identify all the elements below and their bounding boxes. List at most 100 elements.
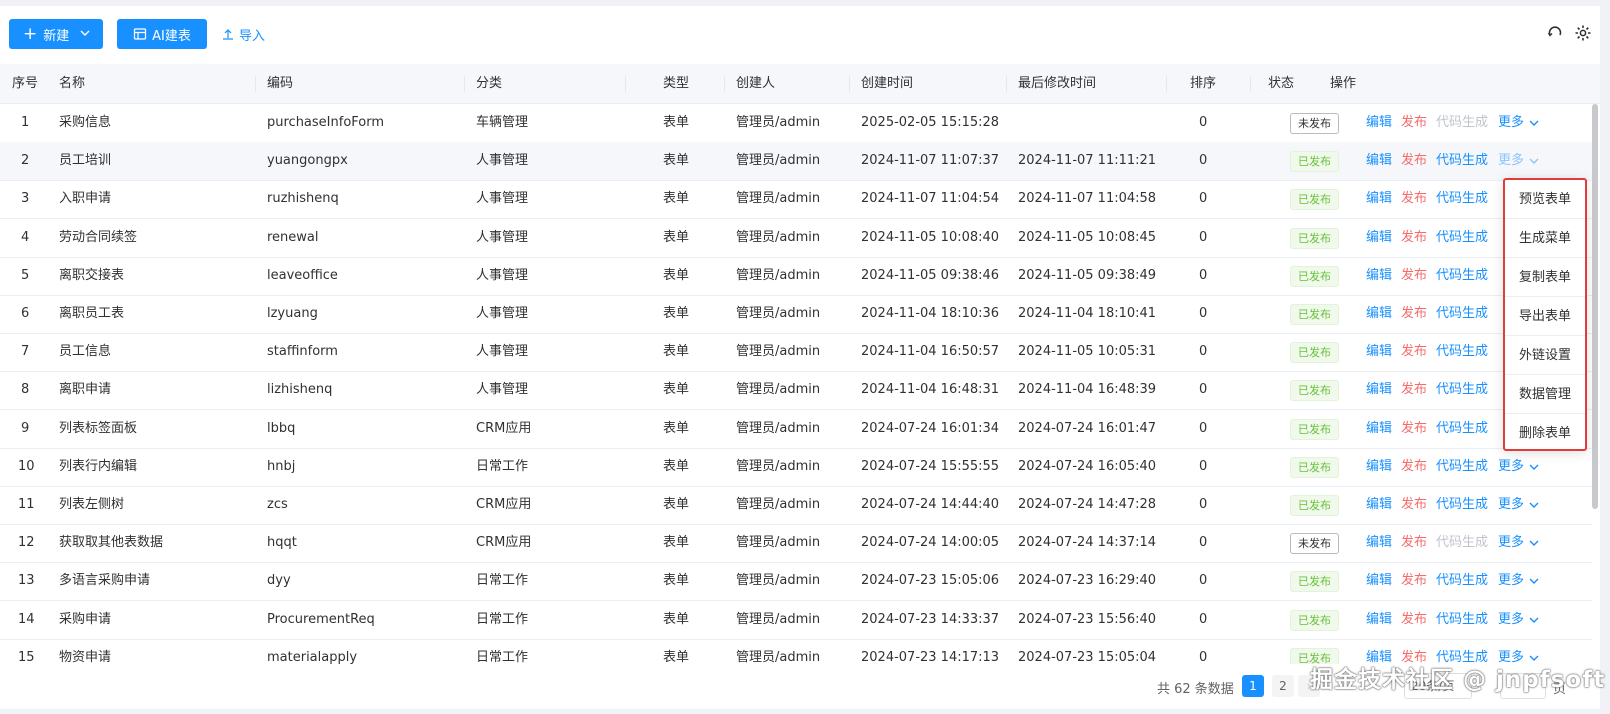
import-button[interactable]: 导入 — [222, 19, 265, 49]
new-button-label: 新建 — [43, 28, 70, 44]
table-row[interactable]: 11 列表左侧树 zcs CRM应用 表单 管理员/admin 2024-07-24 14:… — [0, 486, 1592, 525]
cell-code: ruzhishenq — [267, 191, 339, 207]
more-actions-link[interactable]: 更多 — [1498, 601, 1540, 639]
dropdown-preview-form[interactable]: 预览表单 — [1505, 180, 1585, 219]
publish-link[interactable]: 发布 — [1401, 562, 1427, 600]
code-generate-link[interactable]: 代码生成 — [1436, 601, 1488, 639]
publish-link[interactable]: 发布 — [1401, 371, 1427, 409]
edit-link[interactable]: 编辑 — [1366, 448, 1392, 486]
edit-link[interactable]: 编辑 — [1366, 295, 1392, 333]
cell-created-time: 2024-07-24 16:01:34 — [861, 420, 1000, 436]
cell-creator: 管理员/admin — [736, 115, 821, 130]
table-row[interactable]: 2 员工培训 yuangongpx 人事管理 表单 管理员/admin 2024-11-07… — [0, 142, 1592, 182]
column-divider — [724, 76, 725, 92]
code-generate-link[interactable]: 代码生成 — [1436, 219, 1488, 257]
page-1-button[interactable]: 1 — [1242, 675, 1264, 697]
publish-link[interactable]: 发布 — [1401, 410, 1427, 448]
table-row[interactable]: 4 劳动合同续签 renewal 人事管理 表单 管理员/admin 2024-11-05 … — [0, 219, 1592, 258]
cell-category: 日常工作 — [476, 611, 529, 627]
code-generate-link[interactable]: 代码生成 — [1436, 257, 1488, 295]
publish-link[interactable]: 发布 — [1401, 486, 1427, 524]
edit-link[interactable]: 编辑 — [1366, 486, 1392, 524]
edit-link[interactable]: 编辑 — [1366, 371, 1392, 409]
page-2-button[interactable]: 2 — [1272, 675, 1294, 697]
cell-created-time: 2024-11-07 11:07:37 — [861, 153, 1000, 169]
refresh-icon[interactable] — [1546, 24, 1564, 42]
table-row[interactable]: 1 采购信息 purchaseInfoForm 车辆管理 表单 管理员/admin 2025… — [0, 104, 1592, 143]
cell-code: hqqt — [267, 535, 297, 551]
edit-link[interactable]: 编辑 — [1366, 257, 1392, 295]
edit-link[interactable]: 编辑 — [1366, 524, 1392, 562]
column-divider — [1166, 76, 1167, 92]
cell-created-time: 2024-11-05 09:38:46 — [861, 267, 1000, 283]
code-generate-link[interactable]: 代码生成 — [1436, 371, 1488, 409]
code-generate-link[interactable]: 代码生成 — [1436, 333, 1488, 371]
cell-creator: 管理员/admin — [736, 649, 821, 664]
publish-link[interactable]: 发布 — [1401, 180, 1427, 218]
edit-link[interactable]: 编辑 — [1366, 562, 1392, 600]
code-generate-link[interactable]: 代码生成 — [1436, 486, 1488, 524]
ai-build-table-button[interactable]: AI建表 — [117, 19, 207, 49]
cell-type: 表单 — [663, 229, 690, 245]
table-row[interactable]: 10 列表行内编辑 hnbj 日常工作 表单 管理员/admin 2024-07-24 15… — [0, 448, 1592, 487]
dropdown-delete-form[interactable]: 删除表单 — [1505, 414, 1585, 453]
dropdown-generate-menu[interactable]: 生成菜单 — [1505, 219, 1585, 258]
cell-sort: 0 — [1199, 115, 1208, 130]
code-generate-link[interactable]: 代码生成 — [1436, 562, 1488, 600]
cell-sort: 0 — [1199, 573, 1208, 589]
table-scrollbar[interactable] — [1592, 104, 1598, 509]
cell-name: 列表左侧树 — [59, 497, 125, 512]
code-generate-link[interactable]: 代码生成 — [1436, 524, 1488, 562]
table-row[interactable]: 6 离职员工表 lzyuang 人事管理 表单 管理员/admin 2024-11-04 1… — [0, 295, 1592, 334]
code-generate-link[interactable]: 代码生成 — [1436, 104, 1488, 142]
more-actions-link[interactable]: 更多 — [1498, 142, 1540, 180]
table-row[interactable]: 7 员工信息 staffinform 人事管理 表单 管理员/admin 2024-11-0… — [0, 333, 1592, 373]
table-row[interactable]: 13 多语言采购申请 dyy 日常工作 表单 管理员/admin 2024-07-23 15… — [0, 562, 1592, 602]
edit-link[interactable]: 编辑 — [1366, 142, 1392, 180]
cell-name: 列表标签面板 — [59, 420, 138, 436]
code-generate-link[interactable]: 代码生成 — [1436, 180, 1488, 218]
code-generate-link[interactable]: 代码生成 — [1436, 142, 1488, 180]
settings-gear-icon[interactable] — [1574, 24, 1592, 42]
table-row[interactable]: 3 入职申请 ruzhishenq 人事管理 表单 管理员/admin 2024-11-07… — [0, 180, 1592, 220]
edit-link[interactable]: 编辑 — [1366, 104, 1392, 142]
publish-link[interactable]: 发布 — [1401, 219, 1427, 257]
edit-link[interactable]: 编辑 — [1366, 180, 1392, 218]
publish-link[interactable]: 发布 — [1401, 524, 1427, 562]
edit-link[interactable]: 编辑 — [1366, 333, 1392, 371]
more-actions-link[interactable]: 更多 — [1498, 562, 1540, 600]
code-generate-link[interactable]: 代码生成 — [1436, 448, 1488, 486]
publish-link[interactable]: 发布 — [1401, 257, 1427, 295]
publish-link[interactable]: 发布 — [1401, 333, 1427, 371]
publish-link[interactable]: 发布 — [1401, 142, 1427, 180]
cell-type: 表单 — [663, 497, 690, 512]
chevron-down-icon — [1529, 540, 1539, 547]
dropdown-copy-form[interactable]: 复制表单 — [1505, 258, 1585, 297]
dropdown-export-form[interactable]: 导出表单 — [1505, 297, 1585, 336]
table-row[interactable]: 14 采购申请 ProcurementReq 日常工作 表单 管理员/admin 2024-… — [0, 601, 1592, 640]
publish-link[interactable]: 发布 — [1401, 601, 1427, 639]
publish-link[interactable]: 发布 — [1401, 104, 1427, 142]
table-row[interactable]: 5 离职交接表 leaveoffice 人事管理 表单 管理员/admin 2024-11-… — [0, 257, 1592, 296]
table-row[interactable]: 9 列表标签面板 lbbq CRM应用 表单 管理员/admin 2024-07-24 16… — [0, 410, 1592, 449]
cell-category: CRM应用 — [476, 420, 532, 436]
edit-link[interactable]: 编辑 — [1366, 219, 1392, 257]
publish-link[interactable]: 发布 — [1401, 295, 1427, 333]
dropdown-data-management[interactable]: 数据管理 — [1505, 375, 1585, 414]
code-generate-link[interactable]: 代码生成 — [1436, 410, 1488, 448]
more-actions-link[interactable]: 更多 — [1498, 486, 1540, 524]
cell-modified-time: 2024-07-24 14:47:28 — [1018, 497, 1157, 512]
dropdown-external-link[interactable]: 外链设置 — [1505, 336, 1585, 375]
more-actions-link[interactable]: 更多 — [1498, 448, 1540, 486]
edit-link[interactable]: 编辑 — [1366, 410, 1392, 448]
edit-link[interactable]: 编辑 — [1366, 601, 1392, 639]
publish-link[interactable]: 发布 — [1401, 448, 1427, 486]
new-button[interactable]: + 新建 — [9, 19, 103, 49]
cell-category: 车辆管理 — [476, 115, 529, 130]
more-actions-link[interactable]: 更多 — [1498, 104, 1540, 142]
table-row[interactable]: 8 离职申请 lizhishenq 人事管理 表单 管理员/admin 2024-11-04… — [0, 371, 1592, 411]
code-generate-link[interactable]: 代码生成 — [1436, 295, 1488, 333]
table-row[interactable]: 12 获取取其他表数据 hqqt CRM应用 表单 管理员/admin 2024-07-24… — [0, 524, 1592, 564]
cell-category: 人事管理 — [476, 344, 529, 360]
more-actions-link[interactable]: 更多 — [1498, 524, 1540, 562]
